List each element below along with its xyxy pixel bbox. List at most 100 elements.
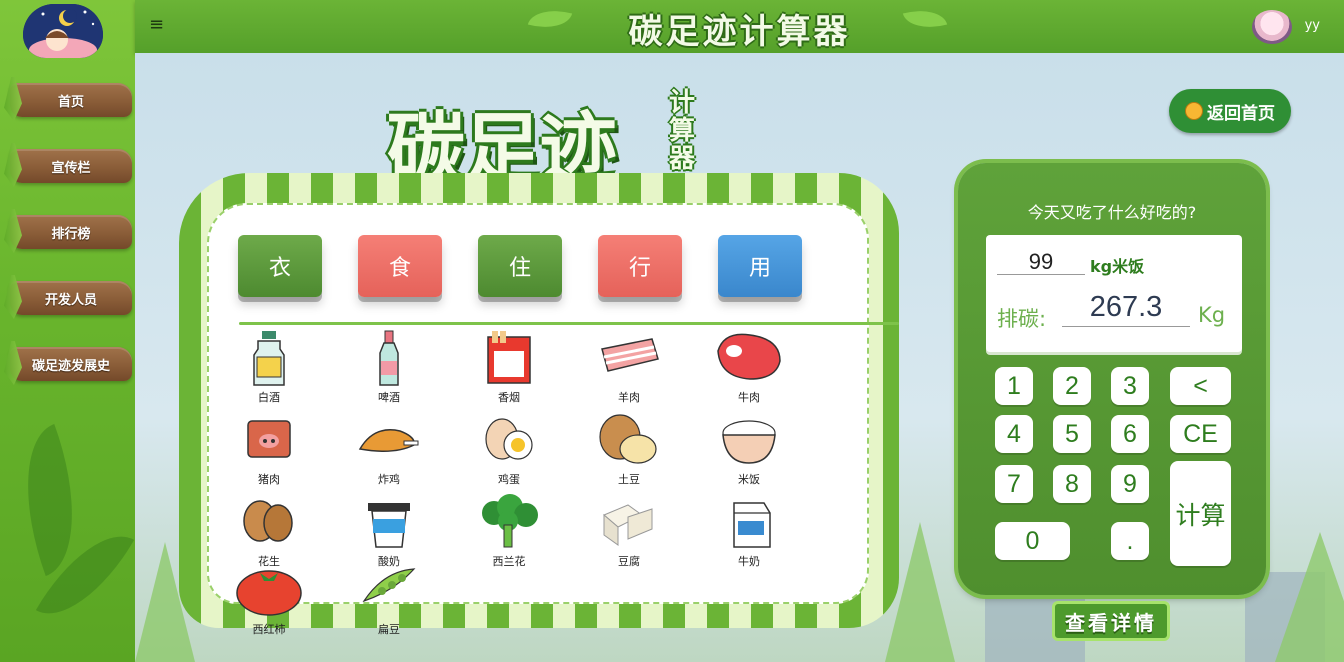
return-home-label: 返回首页 xyxy=(1207,103,1275,124)
decimal-point-button[interactable]: . xyxy=(1111,522,1149,560)
sidebar: 首页 宣传栏 排行榜 开发人员 碳足迹发展史 xyxy=(0,0,135,662)
food-label: 西红柿 xyxy=(252,623,286,636)
yogurt-icon xyxy=(368,503,410,548)
key-2-button[interactable]: 2 xyxy=(1053,367,1091,405)
emoji-face-icon xyxy=(1185,102,1203,120)
milk-carton-icon xyxy=(733,502,771,548)
egg-icon xyxy=(485,418,533,460)
category-travel-button[interactable]: 行 xyxy=(598,235,682,297)
potato-icon xyxy=(599,414,657,464)
beer-bottle-icon xyxy=(379,330,399,386)
sidebar-item-label: 首页 xyxy=(57,94,84,110)
key-0-button[interactable]: 0 xyxy=(995,522,1070,560)
food-item-fried-chicken[interactable]: 炸鸡 xyxy=(349,411,429,491)
category-food-button[interactable]: 食 xyxy=(358,235,442,297)
food-item-beans[interactable]: 扁豆 xyxy=(349,561,429,641)
food-label: 米饭 xyxy=(738,473,760,486)
logo-side-text: 计 算 器 xyxy=(669,89,709,173)
logo-side-char: 算 xyxy=(669,116,696,146)
logo-side-char: 器 xyxy=(669,144,696,174)
cigarette-pack-icon xyxy=(487,331,531,384)
board-panel: 衣 食 住 行 用 白酒 啤酒 香烟 羊肉 牛肉 猪肉 炸鸡 鸡蛋 土豆 米饭 … xyxy=(207,203,899,636)
sidebar-item-promotion[interactable]: 宣传栏 xyxy=(10,149,132,183)
food-label: 香烟 xyxy=(498,391,520,404)
tomato-icon xyxy=(236,570,302,616)
unit-label: kg米饭 xyxy=(1090,257,1145,276)
sidebar-item-label: 排行榜 xyxy=(51,226,91,242)
tofu-icon xyxy=(603,504,653,546)
food-item-pork[interactable]: 猪肉 xyxy=(229,411,309,491)
sidebar-item-label: 开发人员 xyxy=(44,292,97,308)
food-label: 猪肉 xyxy=(258,473,280,486)
site-logo-avatar[interactable] xyxy=(23,4,103,58)
pork-icon xyxy=(247,420,291,458)
food-label: 炸鸡 xyxy=(378,473,400,486)
food-item-milk[interactable]: 牛奶 xyxy=(709,493,789,573)
top-bar: ≡ 碳足迹计算器 yy xyxy=(135,0,1344,53)
return-home-button[interactable]: 返回首页 xyxy=(1169,89,1291,133)
sidebar-item-developers[interactable]: 开发人员 xyxy=(10,281,132,315)
quantity-input[interactable] xyxy=(997,249,1085,275)
emission-unit: Kg xyxy=(1198,303,1226,327)
food-item-tomato[interactable]: 西红柿 xyxy=(229,561,309,641)
key-4-button[interactable]: 4 xyxy=(995,415,1033,453)
key-9-button[interactable]: 9 xyxy=(1111,465,1149,503)
beef-icon xyxy=(717,333,781,380)
emission-value: 267.3 xyxy=(1062,291,1190,327)
key-8-button[interactable]: 8 xyxy=(1053,465,1091,503)
key-5-button[interactable]: 5 xyxy=(1053,415,1091,453)
food-item-liquor[interactable]: 白酒 xyxy=(229,329,309,409)
user-avatar[interactable] xyxy=(1252,10,1292,44)
rice-bowl-icon xyxy=(722,420,776,464)
main-content: 碳足迹 计 算 器 衣 食 住 行 用 白酒 啤酒 香烟 羊肉 牛肉 猪肉 炸鸡… xyxy=(135,53,1344,662)
category-clothing-button[interactable]: 衣 xyxy=(238,235,322,297)
fried-chicken-icon xyxy=(358,429,419,452)
key-3-button[interactable]: 3 xyxy=(1111,367,1149,405)
food-item-tofu[interactable]: 豆腐 xyxy=(589,493,669,573)
sidebar-item-label: 碳足迹发展史 xyxy=(31,358,110,374)
bean-pod-icon xyxy=(362,568,416,603)
food-item-beef[interactable]: 牛肉 xyxy=(709,329,789,409)
liquor-bottle-icon xyxy=(253,331,285,386)
app-title: 碳足迹计算器 xyxy=(628,12,851,52)
food-label: 土豆 xyxy=(618,473,640,486)
food-item-beer[interactable]: 啤酒 xyxy=(349,329,429,409)
broccoli-icon xyxy=(482,494,538,548)
clear-entry-button[interactable]: CE xyxy=(1170,415,1231,453)
category-board: 衣 食 住 行 用 白酒 啤酒 香烟 羊肉 牛肉 猪肉 炸鸡 鸡蛋 土豆 米饭 … xyxy=(179,173,899,636)
user-name[interactable]: yy xyxy=(1305,18,1320,33)
food-item-egg[interactable]: 鸡蛋 xyxy=(469,411,549,491)
key-7-button[interactable]: 7 xyxy=(995,465,1033,503)
sidebar-item-leaderboard[interactable]: 排行榜 xyxy=(10,215,132,249)
food-label: 豆腐 xyxy=(618,555,640,568)
logo-side-char: 计 xyxy=(669,88,696,118)
sidebar-item-label: 宣传栏 xyxy=(51,160,91,176)
view-details-button[interactable]: 查看详情 xyxy=(1052,601,1170,641)
food-label: 牛奶 xyxy=(738,555,760,568)
peanut-icon xyxy=(243,500,293,542)
key-6-button[interactable]: 6 xyxy=(1111,415,1149,453)
food-label: 羊肉 xyxy=(618,391,640,404)
key-1-button[interactable]: 1 xyxy=(995,367,1033,405)
food-label: 扁豆 xyxy=(378,623,400,636)
food-item-broccoli[interactable]: 西兰花 xyxy=(469,493,549,573)
sidebar-item-history[interactable]: 碳足迹发展史 xyxy=(10,347,132,381)
category-goods-button[interactable]: 用 xyxy=(718,235,802,297)
food-item-rice[interactable]: 米饭 xyxy=(709,411,789,491)
food-label: 西兰花 xyxy=(492,555,526,568)
calculator-display: kg米饭 排碳: 267.3 Kg xyxy=(986,235,1242,352)
calculate-button[interactable]: 计算 xyxy=(1170,461,1231,566)
food-item-cigarettes[interactable]: 香烟 xyxy=(469,329,549,409)
backspace-button[interactable]: < xyxy=(1170,367,1231,405)
sidebar-item-home[interactable]: 首页 xyxy=(10,83,132,117)
calculator-question: 今天又吃了什么好吃的? xyxy=(1027,203,1197,222)
food-label: 白酒 xyxy=(258,391,280,404)
emission-label: 排碳: xyxy=(997,307,1047,331)
category-housing-button[interactable]: 住 xyxy=(478,235,562,297)
food-item-potato[interactable]: 土豆 xyxy=(589,411,669,491)
mutton-icon xyxy=(601,338,659,372)
food-label: 啤酒 xyxy=(378,391,400,404)
food-item-mutton[interactable]: 羊肉 xyxy=(589,329,669,409)
food-label: 牛肉 xyxy=(738,391,760,404)
food-label: 鸡蛋 xyxy=(498,473,520,486)
